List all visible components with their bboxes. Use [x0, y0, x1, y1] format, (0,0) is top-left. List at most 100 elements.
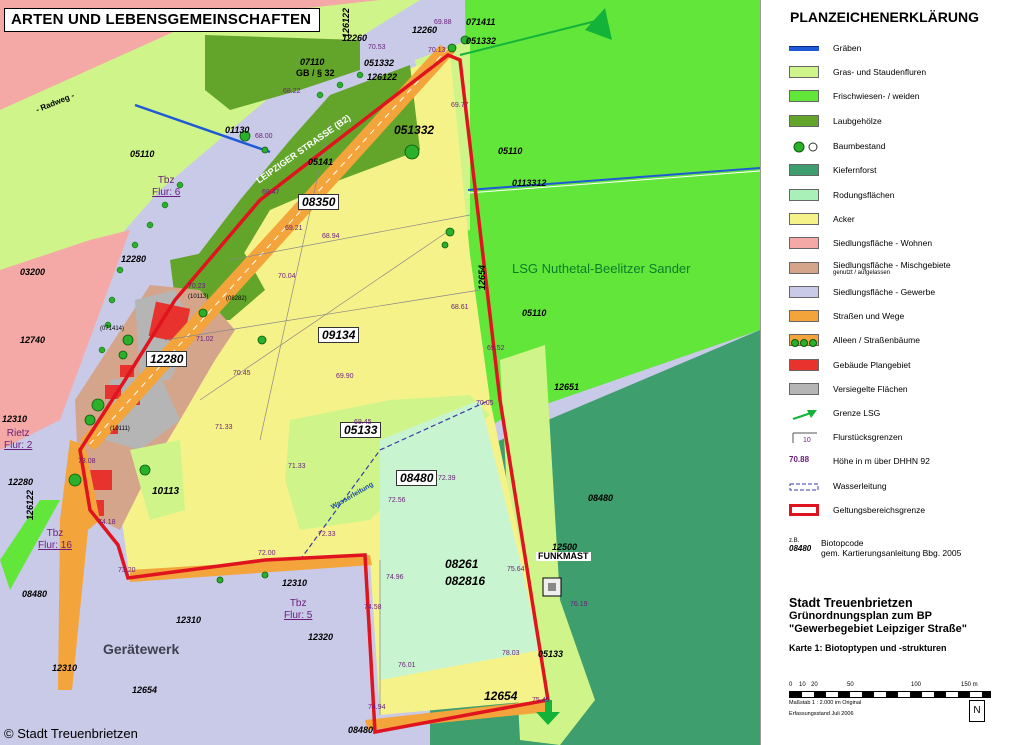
- legend-item: Kiefernforst: [789, 162, 876, 178]
- legend-item: Baumbestand: [789, 138, 885, 154]
- biotop-code: 126122: [367, 72, 398, 82]
- legend-swatch: [789, 480, 819, 492]
- legend-swatch: [789, 237, 819, 249]
- height-label: 71.02: [196, 336, 214, 343]
- biotop-code: 12310: [176, 615, 202, 625]
- legend-swatch: [789, 334, 819, 347]
- legend-item: Rodungsflächen: [789, 187, 894, 203]
- legend-swatch: [789, 45, 819, 51]
- legend-swatch: [789, 164, 819, 176]
- gb-label: GB / § 32: [296, 68, 335, 78]
- legend-title: PLANZEICHENERKLÄRUNG: [790, 9, 979, 25]
- height-label: 72.33: [318, 531, 336, 538]
- height-label: 68.22: [283, 88, 301, 95]
- biotop-code: 12500: [552, 542, 578, 552]
- height-label: 75.64: [507, 566, 525, 573]
- biotop-code: 05141: [308, 157, 334, 167]
- legend-item: Gebäude Plangebiet: [789, 357, 911, 373]
- height-label: 70.45: [233, 370, 251, 377]
- legend-label: Grenze LSG: [833, 408, 881, 418]
- legend-item: Siedlungsfläche - Mischgebiete genutzt / …: [789, 260, 951, 276]
- biotop-code: 082816: [445, 574, 486, 588]
- legend-label: Siedlungsfläche - Wohnen: [833, 238, 933, 248]
- biotop-code: 05133: [538, 649, 564, 659]
- biotop-code: 12310: [2, 414, 28, 424]
- legend-label: Frischwiesen- / weiden: [833, 91, 920, 101]
- flur-label: Rietz Flur: 2: [4, 428, 33, 451]
- biotop-code: (10113): [188, 294, 209, 300]
- biotop-code: 12654: [132, 685, 158, 695]
- height-label: 68.00: [255, 133, 273, 140]
- height-label: 69.77: [451, 102, 469, 109]
- legend-label: Gebäude Plangebiet: [833, 360, 911, 370]
- legend-label: Baumbestand: [833, 141, 886, 151]
- legend-swatch: [789, 213, 819, 225]
- legend-swatch: [789, 383, 819, 395]
- biotop-code: 12310: [282, 578, 308, 588]
- legend-label: Straßen und Wege: [833, 311, 905, 321]
- legend-label: Acker: [833, 214, 855, 224]
- height-label: 74.94: [368, 704, 386, 711]
- biotop-code: 12651: [554, 382, 580, 392]
- biotop-code: 05110: [498, 146, 523, 156]
- legend-label: Flurstücksgrenzen: [833, 432, 903, 442]
- lsg-label: LSG Nuthetal-Beelitzer Sander: [512, 261, 691, 276]
- legend-item: Grenze LSG: [789, 405, 880, 421]
- legend-swatch: [789, 359, 819, 371]
- legend-swatch: [789, 140, 819, 153]
- legend-label: Alleen / Straßenbäume: [833, 335, 920, 345]
- biotop-code: 12654: [484, 689, 518, 703]
- legend-label: Versiegelte Flächen: [833, 384, 908, 394]
- legend-item: 70.88 Höhe in m über DHHN 92: [789, 453, 930, 469]
- copyright: © Stadt Treuenbrietzen: [4, 726, 138, 741]
- height-label: 70.53: [368, 44, 386, 51]
- biotopcode-sample: z.B. 08480 Biotopcode gem. Kartierungsanl…: [789, 538, 962, 559]
- biotop-code: 12654: [477, 264, 487, 290]
- map-title: ARTEN UND LEBENSGEMEINSCHAFTEN: [4, 8, 321, 32]
- biotop-code: 0113312: [512, 178, 547, 188]
- legend-swatch: [789, 115, 819, 127]
- biotop-code: 12320: [308, 632, 334, 642]
- biotop-code: 12260: [412, 25, 438, 35]
- height-label: 75.45: [532, 697, 550, 704]
- legend-label: Höhe in m über DHHN 92: [833, 456, 930, 466]
- biotop-code: 08480: [396, 470, 438, 486]
- height-label: 69.52: [487, 345, 505, 352]
- biotop-code: 071411: [466, 17, 496, 27]
- flur-label: Tbz Flur: 5: [284, 598, 313, 621]
- biotop-code: 12740: [20, 335, 46, 345]
- plan-info: Stadt Treuenbrietzen Grünordnungsplan zu…: [789, 596, 967, 654]
- biotop-code: 05110: [522, 308, 547, 318]
- height-label: 70.23: [188, 283, 206, 290]
- biotop-code: 12280: [8, 477, 34, 487]
- legend-label: Gras- und Staudenfluren: [833, 67, 927, 77]
- legend-item: Gras- und Staudenfluren: [789, 64, 926, 80]
- height-label: 76.01: [398, 662, 416, 669]
- biotop-code: 08480: [22, 589, 48, 599]
- biotop-code: 12260: [342, 33, 368, 43]
- legend-swatch: [789, 286, 819, 298]
- biotop-code: 03200: [20, 267, 46, 277]
- height-label: 69.47: [262, 189, 280, 196]
- legend-item: Gräben: [789, 40, 861, 56]
- height-label: 73.08: [78, 458, 96, 465]
- legend-item: Siedlungsfläche - Wohnen: [789, 235, 932, 251]
- legend-item: 10 Flurstücksgrenzen: [789, 429, 902, 445]
- height-label: 74.58: [364, 604, 382, 611]
- height-label: 72.56: [388, 497, 406, 504]
- height-label: 69.90: [336, 373, 354, 380]
- legend-item: Wasserleitung: [789, 478, 887, 494]
- height-label: 72.00: [258, 550, 276, 557]
- biotop-code: (071414): [100, 326, 125, 332]
- legend-item: Siedlungsfläche - Gewerbe: [789, 284, 935, 300]
- biotop-code: (08282): [226, 296, 247, 302]
- height-label: 74.18: [98, 519, 116, 526]
- legend-label: Gräben: [833, 43, 862, 53]
- legend-label: Laubgehölze: [833, 116, 882, 126]
- legend-label: Wasserleitung: [833, 481, 887, 491]
- biotop-code: 12280: [121, 254, 147, 264]
- map-canvas[interactable]: ARTEN UND LEBENSGEMEINSCHAFTEN © Stadt T…: [0, 0, 760, 745]
- biotop-code: 09134: [318, 327, 360, 343]
- legend-swatch: [789, 90, 819, 102]
- geraetewerk-label: Gerätewerk: [103, 641, 180, 657]
